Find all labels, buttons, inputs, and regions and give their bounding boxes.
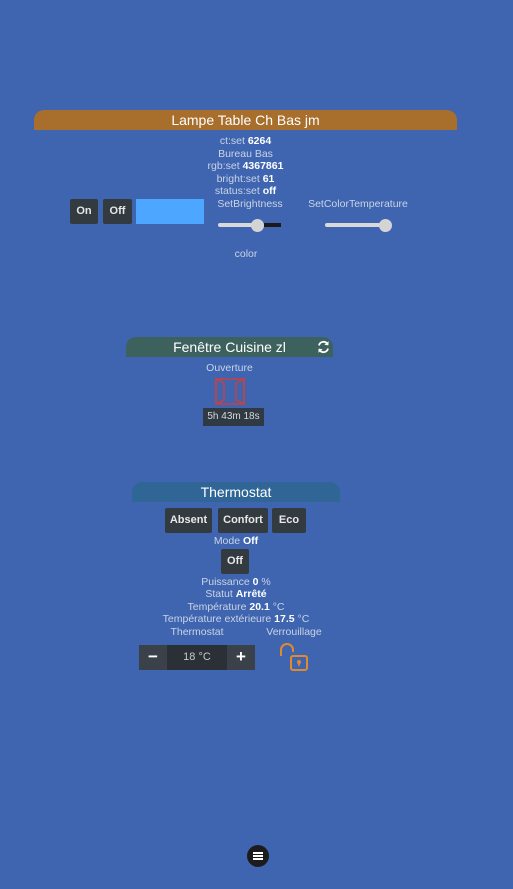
rgb-value: 4367861 xyxy=(242,160,284,172)
decrease-button[interactable]: − xyxy=(139,645,167,670)
setpoint-label: Thermostat xyxy=(170,626,224,638)
window-open-icon xyxy=(215,377,245,406)
ext-temp-unit: °C xyxy=(297,613,310,625)
refresh-icon[interactable] xyxy=(317,340,330,354)
window-title-bar: Fenêtre Cuisine zl xyxy=(126,337,333,357)
bright-line: bright:set 61 xyxy=(34,173,457,185)
ext-temperature-line: Température extérieure 17.5 °C xyxy=(132,613,340,625)
lock-label: Verrouillage xyxy=(266,626,322,638)
brightness-knob[interactable] xyxy=(251,219,264,232)
brightness-track-rest xyxy=(264,223,281,227)
increase-button[interactable]: + xyxy=(227,645,255,670)
temperature-line: Température 20.1 °C xyxy=(132,601,340,613)
color-swatch[interactable] xyxy=(136,199,204,224)
hamburger-icon xyxy=(253,852,263,860)
power-line: Puissance 0 % xyxy=(132,576,340,588)
colortemp-track xyxy=(325,223,385,227)
unlocked-padlock-icon[interactable] xyxy=(278,642,310,672)
ext-temp-label: Température extérieure xyxy=(162,613,272,625)
bright-value: 61 xyxy=(262,173,275,185)
open-duration: 5h 43m 18s xyxy=(203,408,264,426)
setpoint-value: 18 °C xyxy=(183,651,211,663)
lamp-off-button[interactable]: Off xyxy=(103,199,132,224)
mode-value: Off xyxy=(243,535,259,547)
mode-confort-button[interactable]: Confort xyxy=(218,508,268,533)
lamp-title: Lampe Table Ch Bas jm xyxy=(34,110,457,130)
room-name: Bureau Bas xyxy=(218,148,273,160)
thermostat-widget: Thermostat Absent Confort Eco Mode Off O… xyxy=(132,482,340,682)
status-line: Statut Arrêté xyxy=(132,588,340,600)
temp-label: Température xyxy=(187,601,247,613)
rgb-line: rgb:set 4367861 xyxy=(34,160,457,172)
status-value: off xyxy=(262,185,277,197)
thermo-status-label: Statut xyxy=(205,588,233,600)
mode-label: Mode xyxy=(213,535,241,547)
ext-temp-value: 17.5 xyxy=(274,613,295,625)
thermostat-title: Thermostat xyxy=(132,482,340,502)
mode-line: Mode Off xyxy=(132,535,340,547)
thermostat-off-button[interactable]: Off xyxy=(221,549,249,574)
status-line: status:set off xyxy=(34,185,457,197)
window-widget: Fenêtre Cuisine zl Ouverture 5h 43m 18s xyxy=(126,337,333,437)
ct-line: ct:set 6264 xyxy=(34,135,457,147)
lamp-on-button[interactable]: On xyxy=(70,199,98,224)
thermo-status-value: Arrêté xyxy=(235,588,267,600)
opening-label: Ouverture xyxy=(206,362,253,374)
power-unit: % xyxy=(261,576,271,588)
mode-absent-button[interactable]: Absent xyxy=(165,508,212,533)
color-label: color xyxy=(234,248,258,260)
status-label: status:set xyxy=(214,185,260,197)
mode-eco-button[interactable]: Eco xyxy=(272,508,306,533)
ct-value: 6264 xyxy=(247,135,272,147)
colortemp-label: SetColorTemperature xyxy=(308,198,408,210)
brightness-label: SetBrightness xyxy=(217,198,283,210)
bright-label: bright:set xyxy=(216,173,260,185)
ct-label: ct:set xyxy=(219,135,245,147)
colortemp-knob[interactable] xyxy=(379,219,392,232)
menu-button[interactable] xyxy=(247,845,269,867)
window-title: Fenêtre Cuisine zl xyxy=(173,339,286,355)
power-label: Puissance xyxy=(201,576,250,588)
power-value: 0 xyxy=(252,576,259,588)
temp-unit: °C xyxy=(272,601,285,613)
setpoint-stepper: − 18 °C + xyxy=(139,645,255,670)
lamp-widget: Lampe Table Ch Bas jm ct:set 6264 Bureau… xyxy=(34,110,457,270)
temp-value: 20.1 xyxy=(249,601,270,613)
rgb-label: rgb:set xyxy=(207,160,240,172)
